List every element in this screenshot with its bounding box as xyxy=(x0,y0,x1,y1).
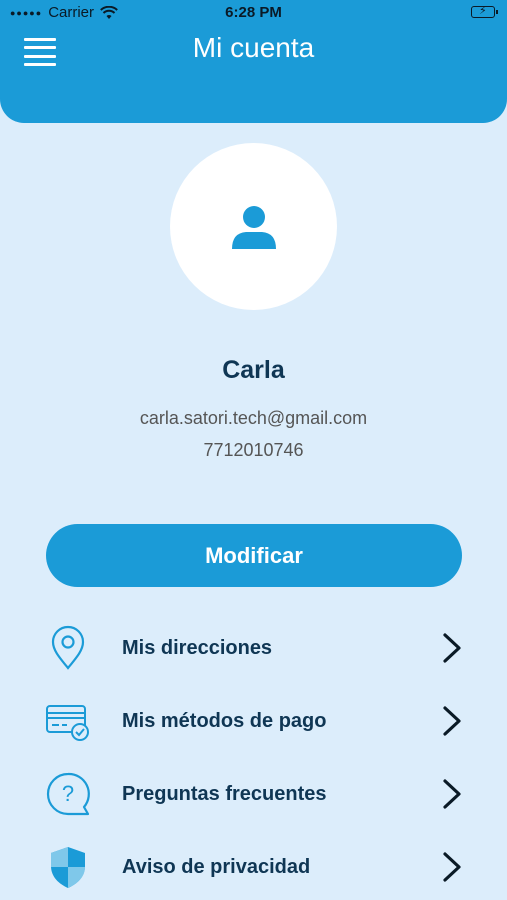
location-pin-icon xyxy=(51,625,85,670)
chevron-right-icon xyxy=(443,852,461,882)
avatar xyxy=(170,143,337,310)
menu-item-addresses[interactable]: Mis direcciones xyxy=(0,617,507,681)
profile-name: Carla xyxy=(222,356,285,384)
user-icon xyxy=(232,206,276,249)
profile-phone: 7712010746 xyxy=(203,440,304,460)
menu-item-label: Preguntas frecuentes xyxy=(122,783,327,805)
shield-icon xyxy=(51,847,85,888)
status-time: 6:28 PM xyxy=(225,4,282,21)
menu-item-label: Aviso de privacidad xyxy=(122,856,311,878)
chevron-right-icon xyxy=(443,779,461,809)
svg-text:?: ? xyxy=(62,781,74,806)
menu-item-label: Mis métodos de pago xyxy=(122,710,327,732)
chevron-right-icon xyxy=(443,706,461,736)
menu-item-privacy[interactable]: Aviso de privacidad xyxy=(0,836,507,900)
profile-email: carla.satori.tech@gmail.com xyxy=(139,408,368,428)
battery-icon: ⚡ xyxy=(471,5,498,18)
app-header: ●●●●● Carrier 6:28 PM ⚡ Mi cuenta xyxy=(0,0,507,123)
credit-card-icon xyxy=(46,705,89,741)
page-title: Mi cuenta xyxy=(192,32,315,63)
menu-item-faq[interactable]: ? Preguntas frecuentes xyxy=(0,763,507,827)
menu-item-payment-methods[interactable]: Mis métodos de pago xyxy=(0,690,507,754)
menu-item-label: Mis direcciones xyxy=(122,637,273,659)
modify-button[interactable]: Modificar xyxy=(46,524,462,587)
status-bar: ●●●●● Carrier 6:28 PM ⚡ xyxy=(0,0,507,26)
question-bubble-icon: ? xyxy=(46,772,90,816)
chevron-right-icon xyxy=(443,633,461,663)
